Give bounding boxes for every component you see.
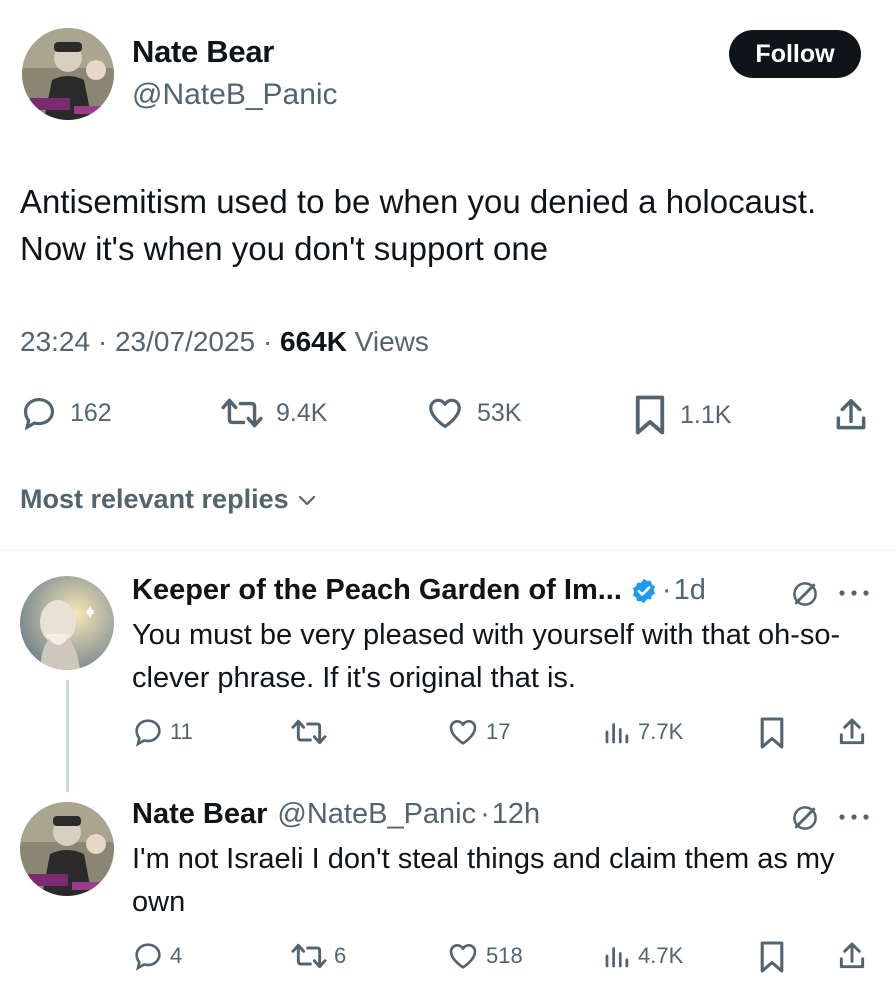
bookmark-count: 1.1K	[680, 400, 732, 429]
author-handle[interactable]: @NateB_Panic	[132, 78, 338, 112]
analytics-icon	[605, 947, 629, 968]
more-options-icon[interactable]	[834, 809, 874, 825]
tweet-date[interactable]: 23/07/2025	[115, 326, 255, 357]
views-count: 4.7K	[638, 943, 684, 968]
repost-action[interactable]: 9.4K	[220, 394, 327, 432]
like-count: 518	[486, 943, 523, 968]
analytics-icon	[605, 723, 629, 744]
repost-icon	[291, 719, 327, 745]
tweet-time[interactable]: 23:24	[20, 326, 90, 357]
views-count: 664K	[280, 326, 347, 357]
like-action[interactable]: 53K	[425, 394, 521, 432]
more-options-icon[interactable]	[834, 585, 874, 601]
like-count: 53K	[477, 398, 522, 427]
grok-icon[interactable]	[790, 579, 820, 609]
reply-avatar[interactable]	[20, 802, 114, 896]
heart-icon	[429, 398, 461, 429]
bookmark-icon[interactable]	[758, 940, 786, 974]
views-action[interactable]: 4.7K	[602, 940, 683, 972]
bookmark-action[interactable]: 1.1K	[632, 394, 731, 436]
author-name[interactable]: Nate Bear	[132, 34, 274, 70]
reply-count: 162	[70, 398, 112, 427]
repost-icon	[291, 943, 327, 969]
repost-action[interactable]	[290, 716, 334, 748]
reply-author-handle[interactable]: @NateB_Panic	[277, 798, 476, 831]
heart-icon	[449, 944, 477, 969]
reply-text: I'm not Israeli I don't steal things and…	[132, 843, 835, 918]
chevron-down-icon	[298, 495, 315, 505]
repost-count: 9.4K	[276, 398, 328, 427]
tweet-text: Antisemitism used to be when you denied …	[20, 183, 817, 267]
divider	[0, 550, 896, 551]
bookmark-icon[interactable]	[758, 716, 786, 750]
reply-count: 11	[170, 719, 193, 744]
verified-badge-icon	[632, 578, 655, 603]
reply-icon	[135, 719, 161, 747]
reply-header: Keeper of the Peach Garden of Im... · 1d	[132, 574, 706, 607]
reply-avatar[interactable]	[20, 576, 114, 670]
share-icon[interactable]	[836, 940, 868, 972]
share-icon	[836, 399, 866, 430]
share-icon[interactable]	[836, 716, 868, 748]
bookmark-icon	[635, 395, 665, 435]
reply-action[interactable]: 162	[20, 394, 112, 432]
views-action[interactable]: 7.7K	[602, 716, 683, 748]
heart-icon	[449, 720, 477, 745]
repost-count: 6	[334, 943, 347, 968]
reply-age[interactable]: 12h	[492, 798, 540, 831]
reply-icon	[135, 943, 161, 971]
reply-count: 4	[170, 943, 183, 968]
like-action[interactable]: 518	[446, 940, 523, 972]
author-avatar[interactable]	[22, 28, 114, 120]
views-label: Views	[354, 326, 429, 357]
follow-button[interactable]: Follow	[729, 30, 861, 78]
reply-author-name[interactable]: Keeper of the Peach Garden of Im...	[132, 574, 622, 607]
views-count: 7.7K	[638, 719, 684, 744]
reply-header: Nate Bear @NateB_Panic · 12h	[132, 798, 541, 831]
reply-action[interactable]: 4	[132, 940, 182, 972]
like-action[interactable]: 17	[446, 716, 510, 748]
like-count: 17	[486, 719, 511, 744]
reply-action[interactable]: 11	[132, 716, 193, 748]
repost-icon	[221, 398, 263, 428]
reply-icon	[23, 397, 55, 431]
repost-action[interactable]: 6	[290, 940, 346, 972]
thread-line	[66, 680, 69, 792]
reply-text: You must be very pleased with yourself w…	[132, 619, 841, 694]
tweet-meta: 23:24 · 23/07/2025 · 664K Views	[20, 326, 429, 357]
grok-icon[interactable]	[790, 803, 820, 833]
sort-label: Most relevant replies	[20, 484, 289, 514]
reply-author-name[interactable]: Nate Bear	[132, 798, 267, 831]
replies-sort-dropdown[interactable]: Most relevant replies	[20, 484, 319, 515]
share-action[interactable]	[832, 396, 870, 434]
reply-age[interactable]: 1d	[674, 574, 706, 607]
